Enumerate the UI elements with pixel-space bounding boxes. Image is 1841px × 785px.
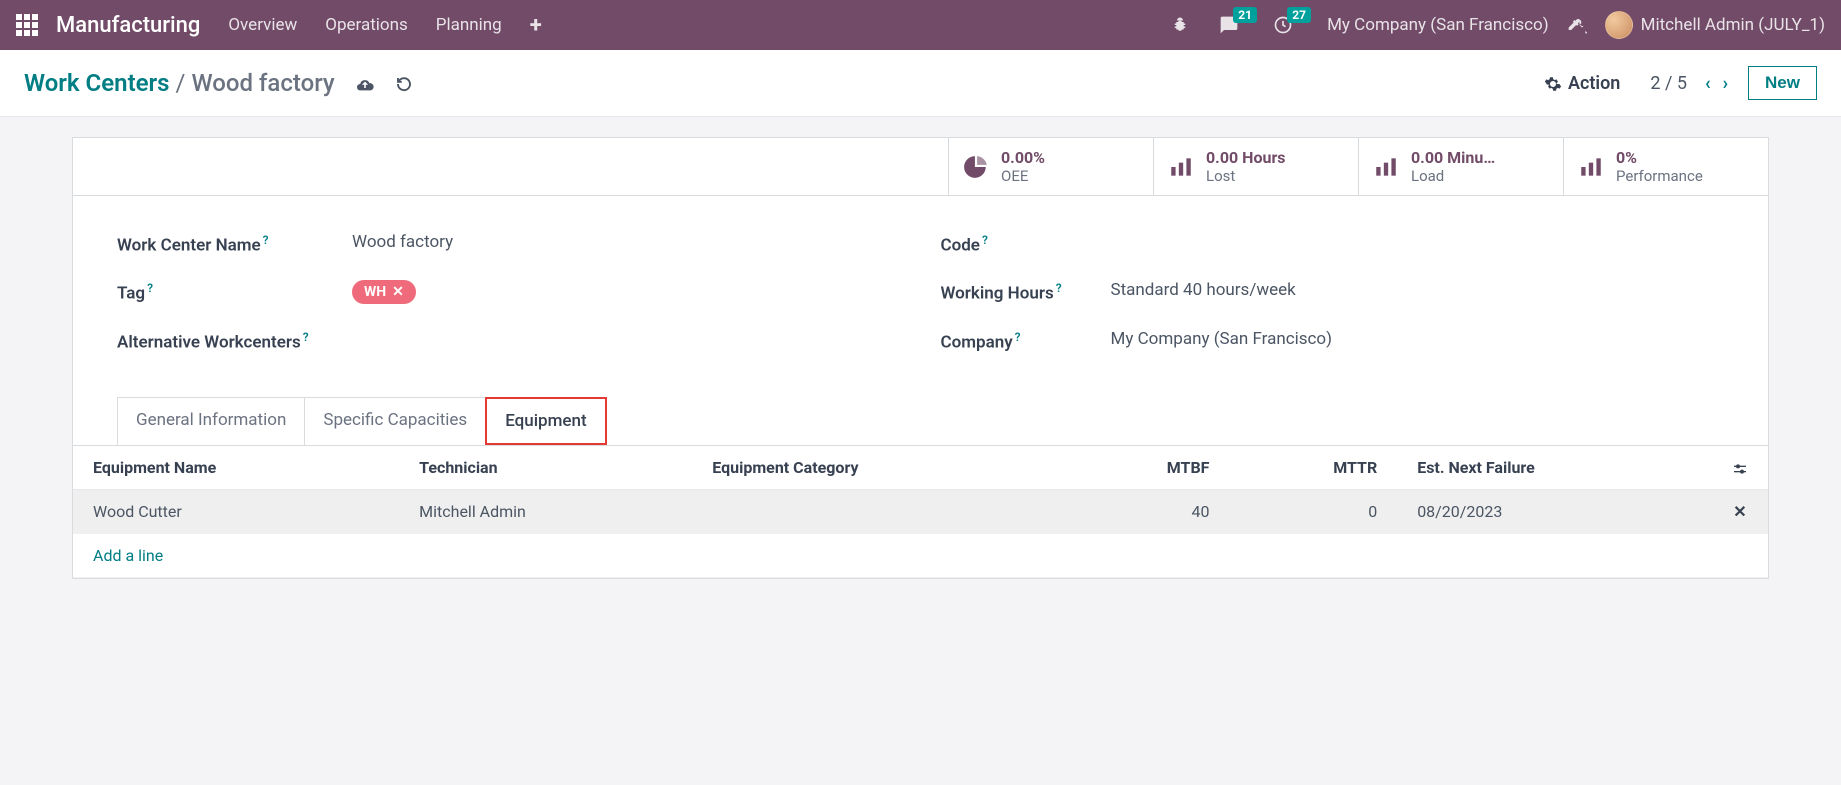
stat-performance[interactable]: 0% Performance	[1563, 138, 1768, 195]
tools-icon[interactable]	[1567, 15, 1587, 35]
input-working-hours[interactable]: Standard 40 hours/week	[1111, 280, 1725, 300]
apps-icon[interactable]	[16, 14, 38, 36]
stat-lost-label: Lost	[1206, 167, 1344, 185]
activities-icon[interactable]: 27	[1273, 15, 1293, 35]
tab-bar: General Information Specific Capacities …	[73, 397, 1768, 445]
nav-overview[interactable]: Overview	[228, 15, 297, 35]
stat-load-label: Load	[1411, 167, 1549, 185]
input-workcenter-name[interactable]: Wood factory	[352, 232, 901, 252]
stat-bar: 0.00% OEE 0.00 Hours Lost 0.00 Minu…	[73, 138, 1768, 196]
tab-specific-capacities[interactable]: Specific Capacities	[304, 397, 486, 445]
column-settings-icon[interactable]	[1712, 446, 1768, 490]
stat-oee-value: 0.00%	[1001, 148, 1139, 167]
help-icon[interactable]: ?	[1015, 330, 1021, 344]
th-next-failure[interactable]: Est. Next Failure	[1397, 446, 1712, 490]
cell-next-failure[interactable]: 08/20/2023	[1397, 490, 1712, 534]
help-icon[interactable]: ?	[263, 233, 269, 247]
action-label: Action	[1568, 73, 1620, 94]
th-equipment-name[interactable]: Equipment Name	[73, 446, 399, 490]
stat-lost[interactable]: 0.00 Hours Lost	[1153, 138, 1358, 195]
stat-oee[interactable]: 0.00% OEE	[948, 138, 1153, 195]
cloud-upload-icon[interactable]	[355, 73, 375, 94]
action-menu[interactable]: Action	[1544, 73, 1620, 94]
label-code: Code?	[941, 232, 1111, 258]
label-tag: Tag?	[117, 280, 352, 306]
row-delete-icon[interactable]: ✕	[1733, 502, 1746, 521]
cell-mtbf[interactable]: 40	[1064, 490, 1229, 534]
pie-chart-icon	[963, 153, 1001, 179]
action-bar: Work Centers / Wood factory Action 2 / 5…	[0, 50, 1841, 117]
breadcrumb-root[interactable]: Work Centers	[24, 69, 170, 97]
label-workcenter-name: Work Center Name?	[117, 232, 352, 258]
cell-mttr[interactable]: 0	[1229, 490, 1397, 534]
stat-perf-value: 0%	[1616, 148, 1754, 167]
breadcrumb-sep: /	[176, 69, 186, 97]
gear-icon	[1544, 73, 1562, 94]
messages-badge: 21	[1233, 7, 1257, 23]
stat-load[interactable]: 0.00 Minu… Load	[1358, 138, 1563, 195]
tag-pill[interactable]: WH ✕	[352, 280, 416, 304]
pager-text[interactable]: 2 / 5	[1650, 73, 1687, 94]
form-card: 0.00% OEE 0.00 Hours Lost 0.00 Minu…	[72, 137, 1769, 579]
company-switcher[interactable]: My Company (San Francisco)	[1327, 15, 1549, 35]
debug-icon[interactable]	[1171, 16, 1189, 34]
top-navbar: Manufacturing Overview Operations Planni…	[0, 0, 1841, 50]
avatar	[1605, 11, 1633, 39]
th-category[interactable]: Equipment Category	[692, 446, 1064, 490]
stat-load-value: 0.00 Minu…	[1411, 148, 1549, 167]
input-tag[interactable]: WH ✕	[352, 280, 901, 304]
label-alt-workcenters: Alternative Workcenters?	[117, 329, 352, 355]
label-company: Company?	[941, 329, 1111, 355]
th-mttr[interactable]: MTTR	[1229, 446, 1397, 490]
messages-icon[interactable]: 21	[1219, 15, 1239, 35]
discard-icon[interactable]	[395, 73, 413, 94]
help-icon[interactable]: ?	[982, 233, 988, 247]
label-working-hours: Working Hours?	[941, 280, 1111, 306]
stat-oee-label: OEE	[1001, 167, 1139, 185]
help-icon[interactable]: ?	[1056, 281, 1062, 295]
table-row[interactable]: Wood Cutter Mitchell Admin 40 0 08/20/20…	[73, 490, 1768, 534]
cell-technician[interactable]: Mitchell Admin	[399, 490, 692, 534]
new-button[interactable]: New	[1748, 66, 1817, 100]
stat-lost-value: 0.00 Hours	[1206, 148, 1344, 167]
th-mtbf[interactable]: MTBF	[1064, 446, 1229, 490]
app-brand[interactable]: Manufacturing	[56, 13, 200, 38]
tab-general-information[interactable]: General Information	[117, 397, 305, 445]
tag-remove-icon[interactable]: ✕	[392, 284, 404, 300]
nav-operations[interactable]: Operations	[325, 15, 408, 35]
activities-badge: 27	[1287, 7, 1311, 23]
user-menu[interactable]: Mitchell Admin (JULY_1)	[1605, 11, 1825, 39]
add-line-link[interactable]: Add a line	[93, 546, 163, 565]
user-name: Mitchell Admin (JULY_1)	[1641, 15, 1825, 35]
th-technician[interactable]: Technician	[399, 446, 692, 490]
bar-chart-icon	[1578, 153, 1616, 179]
tab-equipment[interactable]: Equipment	[485, 397, 606, 445]
pager-next-icon[interactable]: ›	[1717, 73, 1734, 94]
help-icon[interactable]: ?	[147, 281, 153, 295]
new-menu-icon[interactable]: +	[530, 13, 542, 38]
input-company[interactable]: My Company (San Francisco)	[1111, 329, 1725, 349]
help-icon[interactable]: ?	[303, 330, 309, 344]
pager-prev-icon[interactable]: ‹	[1699, 73, 1717, 94]
bar-chart-icon	[1168, 153, 1206, 179]
nav-planning[interactable]: Planning	[436, 15, 502, 35]
breadcrumb-current: Wood factory	[191, 69, 334, 97]
bar-chart-icon	[1373, 153, 1411, 179]
equipment-table: Equipment Name Technician Equipment Cate…	[73, 446, 1768, 578]
stat-perf-label: Performance	[1616, 167, 1754, 185]
cell-equipment-name[interactable]: Wood Cutter	[73, 490, 399, 534]
cell-category[interactable]	[692, 490, 1064, 534]
